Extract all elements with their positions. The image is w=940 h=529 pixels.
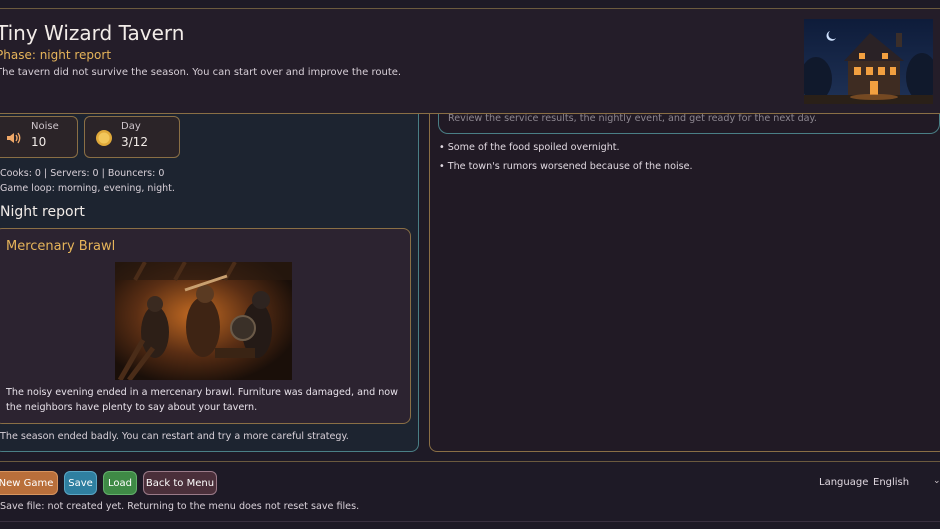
brawl-illustration xyxy=(115,262,292,380)
language-label: Language xyxy=(819,477,869,488)
event-title: Mercenary Brawl xyxy=(6,239,116,254)
stat-label: Day xyxy=(121,121,141,132)
stat-card-day: Day 3/12 xyxy=(84,116,180,158)
save-button[interactable]: Save xyxy=(64,471,97,495)
game-title: Tiny Wizard Tavern xyxy=(0,21,185,45)
speaker-icon xyxy=(7,132,21,144)
new-game-button[interactable]: New Game xyxy=(0,471,58,495)
stat-card-noise: Noise 10 xyxy=(0,116,78,158)
sun-icon xyxy=(96,130,112,146)
staff-summary: Cooks: 0 | Servers: 0 | Bouncers: 0 xyxy=(0,168,165,179)
back-to-menu-button[interactable]: Back to Menu xyxy=(143,471,217,495)
night-report-title: Night report xyxy=(0,204,85,220)
language-select[interactable]: English xyxy=(873,477,940,488)
bottom-divider xyxy=(0,521,940,522)
stat-label: Noise xyxy=(31,121,59,132)
footer-divider xyxy=(0,461,940,462)
stat-value: 3/12 xyxy=(121,135,148,149)
stat-value: 10 xyxy=(31,135,47,149)
log-hint: Review the service results, the nightly … xyxy=(448,113,817,124)
phase-label: Phase: night report xyxy=(0,48,112,62)
status-message: The tavern did not survive the season. Y… xyxy=(0,67,402,78)
event-description: The noisy evening ended in a mercenary b… xyxy=(6,387,398,413)
tavern-night-image xyxy=(804,19,933,104)
top-bar: Tiny Wizard Tavern Phase: night report T… xyxy=(0,8,940,114)
log-item: • Some of the food spoiled overnight. xyxy=(439,142,620,153)
event-card: Mercenary Brawl The noisy evening ended … xyxy=(0,228,411,424)
load-button[interactable]: Load xyxy=(103,471,137,495)
game-loop-text: Game loop: morning, evening, night. xyxy=(0,183,175,194)
save-status-text: Save file: not created yet. Returning to… xyxy=(0,501,360,512)
season-end-text: The season ended badly. You can restart … xyxy=(0,431,349,442)
chevron-down-icon[interactable]: ⌄ xyxy=(933,476,940,486)
log-item: • The town's rumors worsened because of … xyxy=(439,161,693,172)
